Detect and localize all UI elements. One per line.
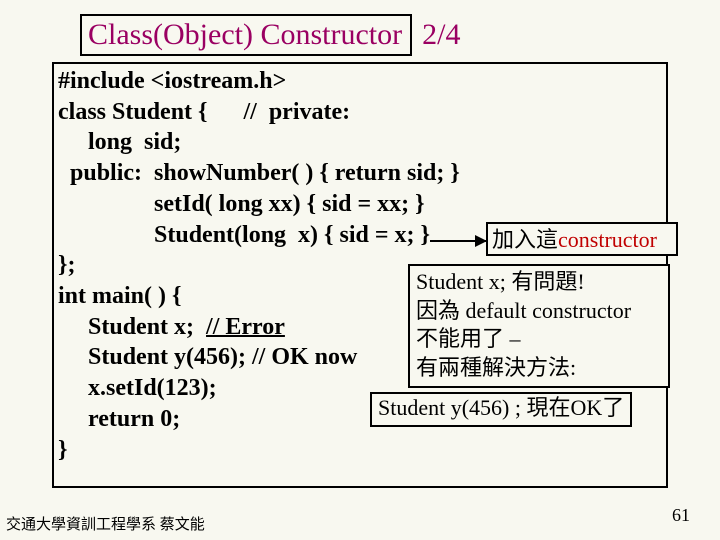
callout-line: 不能用了 –	[416, 325, 662, 354]
code-fragment: Student x;	[58, 314, 206, 340]
code-line: int main( ) {	[58, 281, 460, 312]
title-suffix: 2/4	[422, 18, 460, 52]
callout-text: 加入這	[492, 227, 558, 252]
callout-keyword: constructor	[558, 227, 657, 252]
error-comment: // Error	[206, 314, 285, 340]
callout-text: Student y(456) ; 現在OK了	[378, 395, 624, 420]
page-number: 61	[672, 505, 690, 526]
callout-solution: Student y(456) ; 現在OK了	[370, 392, 632, 427]
footer-credit: 交通大學資訓工程學系 蔡文能	[6, 513, 205, 534]
callout-problem: Student x; 有問題! 因為 default constructor 不…	[408, 264, 670, 388]
code-line: public: showNumber( ) { return sid; }	[58, 158, 460, 189]
callout-constructor: 加入這constructor	[486, 222, 678, 256]
slide: Class(Object) Constructor 2/4 #include <…	[0, 0, 720, 540]
code-line: setId( long xx) { sid = xx; }	[58, 189, 460, 220]
code-line: Student x; // Error	[58, 312, 460, 343]
callout-line: 因為 default constructor	[416, 297, 662, 326]
code-line: class Student { // private:	[58, 97, 460, 128]
code-line: #include <iostream.h>	[58, 66, 460, 97]
code-line: Student(long x) { sid = x; }	[58, 220, 460, 251]
title-row: Class(Object) Constructor 2/4	[80, 14, 460, 56]
code-line: long sid;	[58, 127, 460, 158]
title-box: Class(Object) Constructor	[80, 14, 412, 56]
callout-line: Student x; 有問題!	[416, 268, 662, 297]
code-line: Student y(456); // OK now	[58, 342, 460, 373]
code-line: }	[58, 435, 460, 466]
callout-line: 有兩種解決方法:	[416, 354, 662, 383]
arrow-icon	[430, 240, 486, 242]
title-main: Class(Object) Constructor	[88, 18, 402, 51]
code-line: };	[58, 250, 460, 281]
